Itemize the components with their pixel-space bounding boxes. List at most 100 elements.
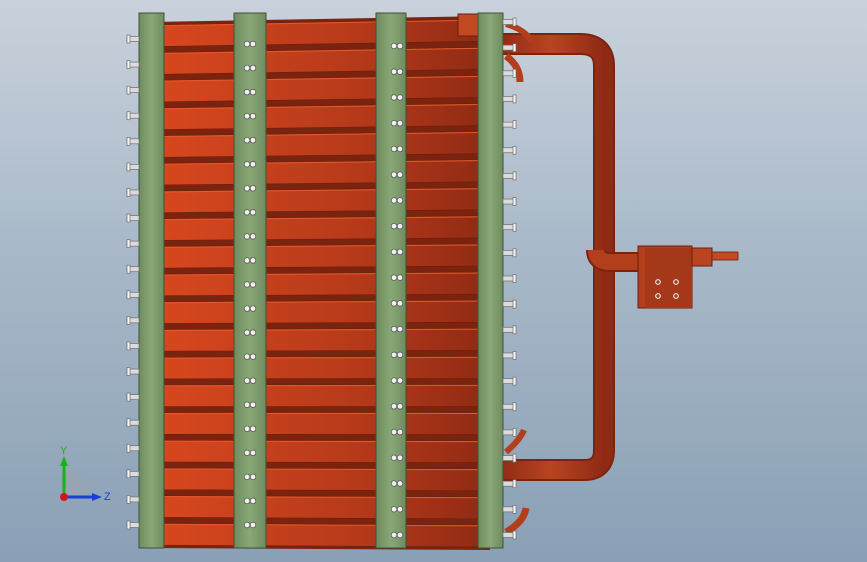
fin-stack[interactable] bbox=[149, 16, 491, 550]
bolt-hole bbox=[396, 274, 404, 281]
bolt-hole bbox=[396, 351, 404, 359]
junction-box[interactable] bbox=[637, 245, 739, 309]
bolt-hole bbox=[396, 171, 404, 178]
fin-highlight bbox=[149, 384, 491, 387]
bolt-hole bbox=[249, 377, 257, 384]
bolt-hole bbox=[243, 257, 251, 264]
bolt-hole bbox=[396, 531, 404, 539]
bolt-hole bbox=[390, 42, 398, 50]
bolt-hole bbox=[243, 64, 251, 72]
bolt-hole bbox=[249, 88, 257, 96]
bolt-hole bbox=[243, 281, 251, 288]
bolt-head bbox=[512, 428, 517, 437]
bolt-head bbox=[512, 376, 517, 386]
bolt-head bbox=[512, 402, 517, 412]
bolt-hole bbox=[243, 521, 251, 529]
heat-exchanger-model[interactable]: Y Z bbox=[0, 0, 867, 562]
bolt-hole bbox=[390, 325, 398, 333]
bolt-head bbox=[512, 299, 517, 309]
bolt-hole bbox=[396, 428, 404, 436]
fin-plate[interactable] bbox=[149, 299, 491, 324]
bolt-hole bbox=[390, 480, 398, 487]
fin-plate[interactable] bbox=[149, 439, 491, 463]
bolt-hole bbox=[249, 473, 257, 481]
bolt-hole bbox=[243, 136, 251, 144]
bolt-head bbox=[126, 239, 131, 248]
bolt-hole bbox=[249, 449, 257, 457]
tube-plate-3[interactable] bbox=[375, 12, 407, 549]
bolt-head bbox=[512, 325, 517, 335]
bolt-hole bbox=[390, 197, 398, 204]
bolt-head bbox=[126, 316, 131, 325]
bolt-hole bbox=[243, 353, 251, 360]
bolt-hole bbox=[243, 161, 251, 168]
fin-plate[interactable] bbox=[149, 271, 491, 297]
bolt-hole bbox=[249, 40, 257, 48]
bolt-hole bbox=[396, 300, 404, 307]
fin-plate[interactable] bbox=[149, 384, 491, 407]
bolt-hole bbox=[249, 425, 257, 432]
bolt-hole bbox=[249, 329, 257, 336]
bolt-head bbox=[512, 171, 517, 181]
bolt-head bbox=[512, 530, 517, 540]
fin-plate[interactable] bbox=[149, 355, 491, 380]
fin-plate[interactable] bbox=[149, 412, 491, 435]
bolt-hole bbox=[390, 454, 398, 461]
fin-plate[interactable] bbox=[149, 523, 491, 548]
bolt-hole bbox=[390, 120, 398, 127]
bolt-head bbox=[126, 188, 131, 197]
bolt-head bbox=[126, 85, 131, 95]
outlet-pipe-loop[interactable] bbox=[498, 33, 648, 481]
bolt-head bbox=[512, 17, 517, 27]
bolt-hole bbox=[249, 257, 257, 264]
bolt-hole bbox=[249, 112, 257, 120]
fin-plate[interactable] bbox=[149, 495, 491, 520]
bolt-hole bbox=[390, 506, 398, 513]
bolt-head bbox=[126, 341, 131, 351]
fin-plate[interactable] bbox=[149, 467, 491, 492]
bolt-head bbox=[126, 34, 131, 44]
bolt-hole bbox=[249, 64, 257, 72]
bolt-head bbox=[512, 120, 517, 129]
top-inlet-stub[interactable] bbox=[457, 13, 481, 37]
z-axis-label: Z bbox=[104, 491, 111, 503]
bolt-hole bbox=[396, 325, 404, 333]
bolt-hole bbox=[249, 209, 257, 216]
bolt-hole bbox=[390, 274, 398, 281]
bolt-head bbox=[512, 351, 517, 360]
bolt-head bbox=[126, 111, 131, 121]
bolt-head bbox=[512, 479, 517, 489]
bolt-hole bbox=[243, 40, 251, 48]
bolt-head bbox=[126, 290, 131, 300]
bolt-head bbox=[126, 264, 131, 274]
3d-graphics-viewport[interactable]: Y Z bbox=[0, 0, 867, 562]
bolt-head bbox=[126, 136, 131, 146]
bolt-hole bbox=[243, 497, 251, 505]
bolt-head bbox=[126, 60, 131, 69]
bolt-head bbox=[126, 495, 131, 504]
bolt-head bbox=[512, 94, 517, 104]
bolt-hole bbox=[396, 248, 404, 256]
bolt-hole bbox=[249, 521, 257, 529]
bolt-hole bbox=[390, 145, 398, 153]
bolt-hole bbox=[396, 94, 404, 101]
tube-plate-1[interactable] bbox=[138, 12, 165, 549]
bolt-head bbox=[512, 197, 517, 206]
bolt-head bbox=[126, 367, 131, 376]
fin-plate[interactable] bbox=[149, 327, 491, 352]
tube-plate-2[interactable] bbox=[233, 12, 267, 549]
fin-plate[interactable] bbox=[149, 131, 491, 158]
tube-plate-4[interactable] bbox=[477, 12, 504, 549]
bolt-hole bbox=[390, 403, 398, 410]
bolt-hole bbox=[396, 506, 404, 513]
bolt-hole bbox=[249, 185, 257, 192]
bolt-hole bbox=[243, 449, 251, 457]
bolt-hole bbox=[249, 281, 257, 288]
bolt-hole bbox=[390, 377, 398, 384]
bolt-hole bbox=[396, 222, 404, 230]
bolt-hole bbox=[390, 351, 398, 359]
fin-plate[interactable] bbox=[149, 103, 491, 131]
bolt-hole bbox=[390, 171, 398, 178]
bolt-hole bbox=[396, 454, 404, 461]
bolt-hole bbox=[243, 233, 251, 240]
